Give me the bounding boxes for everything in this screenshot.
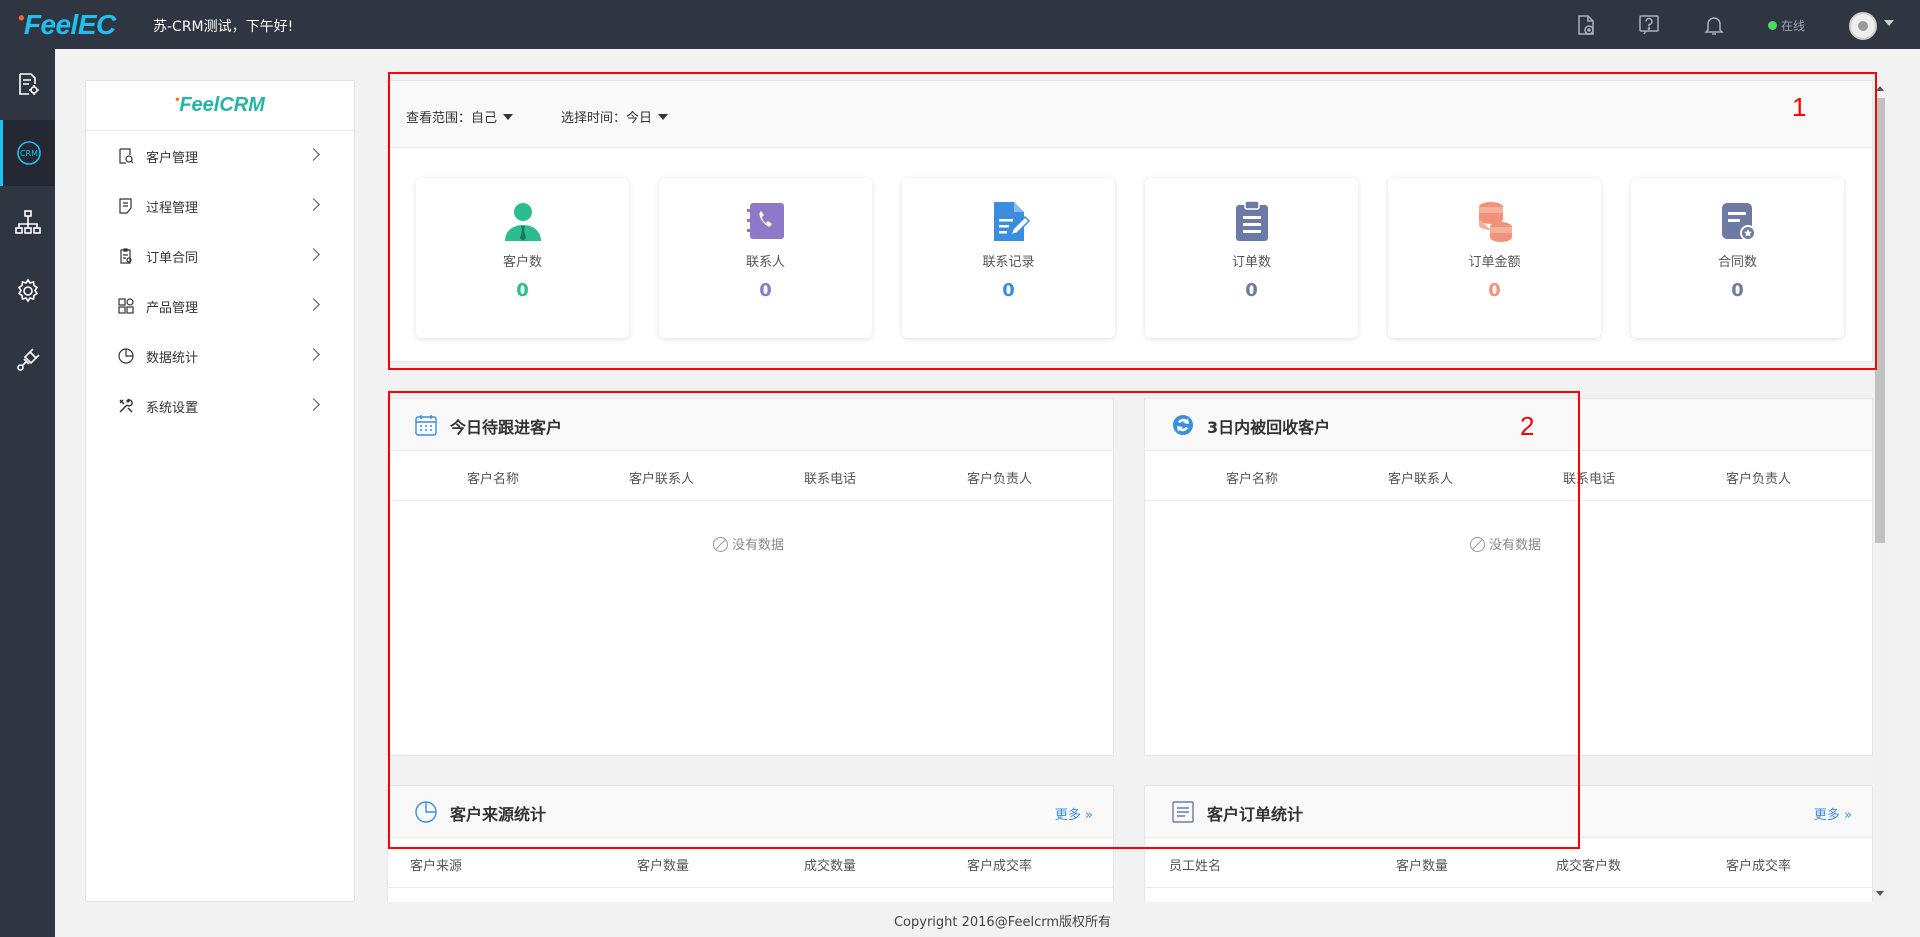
column-header: 客户负责人 bbox=[1726, 472, 1792, 487]
bell-icon[interactable] bbox=[1702, 13, 1726, 37]
chevron-right-icon bbox=[307, 148, 320, 161]
column-header: 员工姓名 bbox=[1169, 859, 1222, 874]
annotation-box-2 bbox=[388, 391, 1580, 849]
top-bar: •FeelEC 苏-CRM测试，下午好! 在线 bbox=[0, 0, 1920, 49]
sidebar-item-label: 产品管理 bbox=[146, 300, 199, 316]
column-header: 客户数量 bbox=[1396, 859, 1449, 874]
sidebar-item-label: 订单合同 bbox=[146, 250, 199, 266]
rail-item-documents[interactable] bbox=[0, 51, 55, 117]
svg-text:CRM: CRM bbox=[20, 149, 38, 158]
sidebar-item-customers[interactable]: 客户管理 bbox=[86, 131, 354, 181]
annotation-label-1: 1 bbox=[1792, 92, 1807, 122]
tools-icon bbox=[118, 398, 134, 414]
avatar[interactable] bbox=[1849, 12, 1877, 40]
app-logo[interactable]: •FeelEC bbox=[18, 8, 116, 41]
greeting-text: 苏-CRM测试，下午好! bbox=[153, 19, 294, 35]
chevron-right-icon bbox=[307, 348, 320, 361]
column-header: 成交客户数 bbox=[1556, 859, 1622, 874]
column-header: 客户来源 bbox=[410, 859, 463, 874]
process-icon bbox=[118, 198, 134, 214]
annotation-label-2: 2 bbox=[1520, 411, 1535, 441]
rail-item-settings[interactable] bbox=[0, 258, 55, 324]
sidebar-item-label: 系统设置 bbox=[146, 400, 199, 416]
column-header: 客户数量 bbox=[637, 859, 690, 874]
document-add-icon[interactable] bbox=[1574, 13, 1598, 37]
rail-item-crm[interactable]: CRM bbox=[0, 120, 55, 186]
rail-item-plugin[interactable] bbox=[0, 327, 55, 393]
status-dot bbox=[1768, 21, 1777, 30]
left-rail: CRM bbox=[0, 49, 55, 937]
pie-chart-icon bbox=[118, 348, 134, 364]
scroll-up-arrow[interactable] bbox=[1876, 86, 1884, 91]
sidebar-item-orders[interactable]: 订单合同 bbox=[86, 231, 354, 281]
customer-search-icon bbox=[118, 148, 134, 164]
sidebar-item-label: 过程管理 bbox=[146, 200, 199, 216]
gear-icon bbox=[17, 278, 38, 303]
chevron-right-icon bbox=[307, 248, 320, 261]
column-header: 成交数量 bbox=[804, 859, 857, 874]
caret-down-icon[interactable] bbox=[1884, 20, 1894, 26]
sidebar-item-products[interactable]: 产品管理 bbox=[86, 281, 354, 331]
rail-item-org[interactable] bbox=[0, 189, 55, 255]
help-icon[interactable] bbox=[1637, 13, 1661, 37]
chevron-right-icon bbox=[307, 298, 320, 311]
more-link[interactable]: 更多 » bbox=[1814, 804, 1852, 823]
crm-icon: CRM bbox=[17, 141, 41, 165]
sidebar: •FeelCRM 客户管理 过程管理 订单合同 产品管理 数据统计 系统设置 bbox=[85, 80, 355, 902]
annotation-box-1 bbox=[388, 72, 1877, 370]
chevron-right-icon bbox=[307, 198, 320, 211]
sidebar-item-statistics[interactable]: 数据统计 bbox=[86, 331, 354, 381]
sidebar-logo: •FeelCRM bbox=[86, 81, 354, 131]
sidebar-item-label: 数据统计 bbox=[146, 350, 199, 366]
footer-copyright: Copyright 2016@Feelcrm版权所有 bbox=[893, 915, 1112, 930]
scroll-down-arrow[interactable] bbox=[1876, 891, 1884, 896]
document-settings-icon bbox=[18, 73, 39, 95]
sidebar-item-system-settings[interactable]: 系统设置 bbox=[86, 381, 354, 431]
plugin-icon bbox=[16, 348, 40, 371]
column-header: 客户成交率 bbox=[1726, 859, 1792, 874]
sidebar-item-label: 客户管理 bbox=[146, 150, 199, 166]
sidebar-item-process[interactable]: 过程管理 bbox=[86, 181, 354, 231]
online-status[interactable]: 在线 bbox=[1768, 17, 1805, 34]
product-grid-icon bbox=[118, 298, 134, 314]
chevron-right-icon bbox=[307, 398, 320, 411]
column-header: 客户成交率 bbox=[967, 859, 1033, 874]
order-contract-icon bbox=[118, 248, 134, 264]
org-chart-icon bbox=[14, 210, 41, 234]
